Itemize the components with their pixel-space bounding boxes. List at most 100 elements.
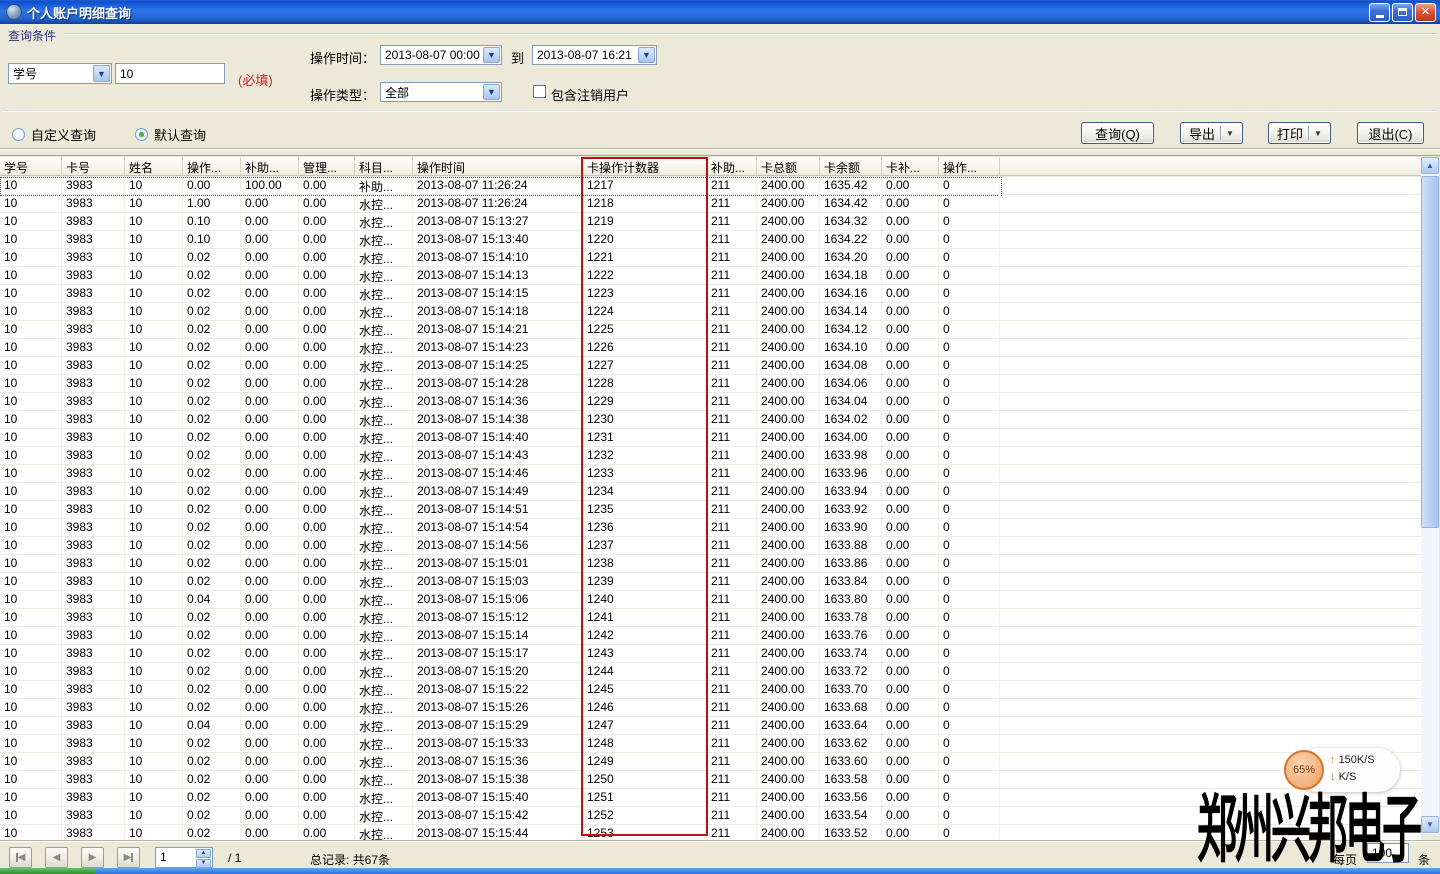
spinner-arrows[interactable]: ▲▼ bbox=[196, 848, 212, 867]
scrollbar-thumb[interactable] bbox=[1421, 176, 1439, 528]
table-cell: 0 bbox=[939, 681, 1000, 698]
table-cell: 水控... bbox=[355, 771, 413, 788]
table-header-cell[interactable]: 科目... bbox=[355, 157, 413, 176]
table-cell: 10 bbox=[125, 753, 183, 770]
table-row[interactable]: 103983100.00100.000.00补助...2013-08-07 11… bbox=[0, 177, 1421, 195]
chevron-down-icon[interactable]: ▼ bbox=[1314, 129, 1322, 138]
close-button[interactable]: ✕ bbox=[1415, 3, 1436, 22]
field-type-select[interactable]: 学号 ▼ bbox=[8, 63, 112, 84]
table-header-cell[interactable]: 姓名 bbox=[125, 157, 183, 176]
table-row[interactable]: 103983100.020.000.00水控...2013-08-07 15:1… bbox=[0, 447, 1421, 465]
table-cell: 1633.76 bbox=[820, 627, 882, 644]
table-cell: 2400.00 bbox=[757, 447, 820, 464]
table-cell: 0.00 bbox=[241, 249, 299, 266]
table-header-cell[interactable]: 管理... bbox=[299, 157, 355, 176]
table-cell: 211 bbox=[707, 339, 757, 356]
table-row[interactable]: 103983100.100.000.00水控...2013-08-07 15:1… bbox=[0, 231, 1421, 249]
table-row[interactable]: 103983100.020.000.00水控...2013-08-07 15:1… bbox=[0, 393, 1421, 411]
restore-button[interactable] bbox=[1392, 3, 1413, 22]
field-value-input[interactable] bbox=[115, 63, 225, 84]
table-cell: 1233 bbox=[583, 465, 707, 482]
table-row[interactable]: 103983101.000.000.00水控...2013-08-07 11:2… bbox=[0, 195, 1421, 213]
table-header-cell[interactable]: 操作... bbox=[183, 157, 241, 176]
table-row[interactable]: 103983100.020.000.00水控...2013-08-07 15:1… bbox=[0, 735, 1421, 753]
table-header-cell[interactable]: 补助... bbox=[241, 157, 299, 176]
table-row[interactable]: 103983100.020.000.00水控...2013-08-07 15:1… bbox=[0, 501, 1421, 519]
start-button-edge[interactable] bbox=[0, 868, 95, 874]
chevron-down-icon[interactable]: ▼ bbox=[638, 47, 655, 63]
table-row[interactable]: 103983100.020.000.00水控...2013-08-07 15:1… bbox=[0, 465, 1421, 483]
table-row[interactable]: 103983100.020.000.00水控...2013-08-07 15:1… bbox=[0, 753, 1421, 771]
page-number-spinner[interactable]: 1 ▲▼ bbox=[155, 847, 213, 868]
table-row[interactable]: 103983100.040.000.00水控...2013-08-07 15:1… bbox=[0, 717, 1421, 735]
scroll-up-button[interactable]: ▲ bbox=[1421, 157, 1439, 174]
table-row[interactable]: 103983100.020.000.00水控...2013-08-07 15:1… bbox=[0, 411, 1421, 429]
prev-page-button[interactable]: ◀ bbox=[45, 847, 68, 868]
table-row[interactable]: 103983100.020.000.00水控...2013-08-07 15:1… bbox=[0, 303, 1421, 321]
chevron-down-icon[interactable]: ▼ bbox=[93, 65, 110, 82]
include-cancelled-checkbox[interactable] bbox=[533, 85, 546, 98]
page-number-value[interactable]: 1 bbox=[156, 848, 196, 867]
operation-type-select[interactable]: 全部 ▼ bbox=[380, 82, 502, 102]
minimize-button[interactable] bbox=[1369, 3, 1390, 22]
chevron-down-icon[interactable]: ▼ bbox=[483, 84, 500, 100]
table-row[interactable]: 103983100.020.000.00水控...2013-08-07 15:1… bbox=[0, 267, 1421, 285]
table-row[interactable]: 103983100.020.000.00水控...2013-08-07 15:1… bbox=[0, 519, 1421, 537]
last-page-button[interactable]: ▶ bbox=[117, 847, 140, 868]
table-cell: 10 bbox=[125, 537, 183, 554]
table-cell: 3983 bbox=[62, 177, 125, 194]
table-row[interactable]: 103983100.020.000.00水控...2013-08-07 15:1… bbox=[0, 537, 1421, 555]
table-row[interactable]: 103983100.040.000.00水控...2013-08-07 15:1… bbox=[0, 591, 1421, 609]
table-cell: 10 bbox=[125, 519, 183, 536]
export-button[interactable]: 导出 ▼ bbox=[1180, 122, 1243, 144]
table-row[interactable]: 103983100.020.000.00水控...2013-08-07 15:1… bbox=[0, 645, 1421, 663]
table-cell-filler bbox=[1000, 195, 1421, 212]
table-body: 103983100.00100.000.00补助...2013-08-07 11… bbox=[0, 177, 1421, 840]
default-query-radio[interactable]: 默认查询 bbox=[135, 125, 206, 144]
table-row[interactable]: 103983100.020.000.00水控...2013-08-07 15:1… bbox=[0, 321, 1421, 339]
table-cell: 2400.00 bbox=[757, 519, 820, 536]
spin-up-icon[interactable]: ▲ bbox=[196, 849, 211, 858]
table-row[interactable]: 103983100.020.000.00水控...2013-08-07 15:1… bbox=[0, 573, 1421, 591]
table-row[interactable]: 103983100.020.000.00水控...2013-08-07 15:1… bbox=[0, 375, 1421, 393]
table-row[interactable]: 103983100.020.000.00水控...2013-08-07 15:1… bbox=[0, 285, 1421, 303]
table-header-cell[interactable]: 补助... bbox=[707, 157, 757, 176]
scroll-down-button[interactable]: ▼ bbox=[1421, 816, 1439, 833]
query-button[interactable]: 查询(Q) bbox=[1081, 122, 1154, 144]
table-row[interactable]: 103983100.020.000.00水控...2013-08-07 15:1… bbox=[0, 249, 1421, 267]
chevron-down-icon[interactable]: ▼ bbox=[483, 47, 500, 63]
table-row[interactable]: 103983100.020.000.00水控...2013-08-07 15:1… bbox=[0, 609, 1421, 627]
table-header-cell[interactable]: 学号 bbox=[0, 157, 62, 176]
table-row[interactable]: 103983100.020.000.00水控...2013-08-07 15:1… bbox=[0, 699, 1421, 717]
exit-button[interactable]: 退出(C) bbox=[1357, 122, 1424, 144]
spin-down-icon[interactable]: ▼ bbox=[196, 859, 211, 868]
table-cell: 0.00 bbox=[241, 411, 299, 428]
first-page-button[interactable]: ◀ bbox=[9, 847, 32, 868]
time-to-select[interactable]: 2013-08-07 16:21 ▼ bbox=[532, 45, 657, 65]
table-row[interactable]: 103983100.020.000.00水控...2013-08-07 15:1… bbox=[0, 627, 1421, 645]
table-header-cell[interactable]: 卡余额 bbox=[820, 157, 882, 176]
table-header-cell[interactable]: 操作... bbox=[939, 157, 1000, 176]
table-row[interactable]: 103983100.020.000.00水控...2013-08-07 15:1… bbox=[0, 663, 1421, 681]
table-row[interactable]: 103983100.020.000.00水控...2013-08-07 15:1… bbox=[0, 429, 1421, 447]
time-from-select[interactable]: 2013-08-07 00:00 ▼ bbox=[380, 45, 502, 65]
print-button[interactable]: 打印 ▼ bbox=[1268, 122, 1331, 144]
table-row[interactable]: 103983100.020.000.00水控...2013-08-07 15:1… bbox=[0, 483, 1421, 501]
table-row[interactable]: 103983100.020.000.00水控...2013-08-07 15:1… bbox=[0, 339, 1421, 357]
next-page-button[interactable]: ▶ bbox=[81, 847, 104, 868]
chevron-down-icon[interactable]: ▼ bbox=[1226, 129, 1234, 138]
table-cell: 0.00 bbox=[241, 429, 299, 446]
table-header-cell[interactable]: 操作时间 bbox=[413, 157, 583, 176]
table-header-cell[interactable]: 卡补... bbox=[882, 157, 939, 176]
table-header-cell[interactable]: 卡号 bbox=[62, 157, 125, 176]
custom-query-radio[interactable]: 自定义查询 bbox=[12, 125, 96, 144]
table-cell: 10 bbox=[125, 591, 183, 608]
table-row[interactable]: 103983100.100.000.00水控...2013-08-07 15:1… bbox=[0, 213, 1421, 231]
table-cell: 0.04 bbox=[183, 717, 241, 734]
table-row[interactable]: 103983100.020.000.00水控...2013-08-07 15:1… bbox=[0, 555, 1421, 573]
table-header-cell[interactable]: 卡操作计数器 bbox=[583, 157, 707, 176]
table-row[interactable]: 103983100.020.000.00水控...2013-08-07 15:1… bbox=[0, 681, 1421, 699]
table-row[interactable]: 103983100.020.000.00水控...2013-08-07 15:1… bbox=[0, 357, 1421, 375]
vertical-scrollbar[interactable]: ▲ ▼ bbox=[1421, 157, 1439, 834]
table-header-cell[interactable]: 卡总额 bbox=[757, 157, 820, 176]
